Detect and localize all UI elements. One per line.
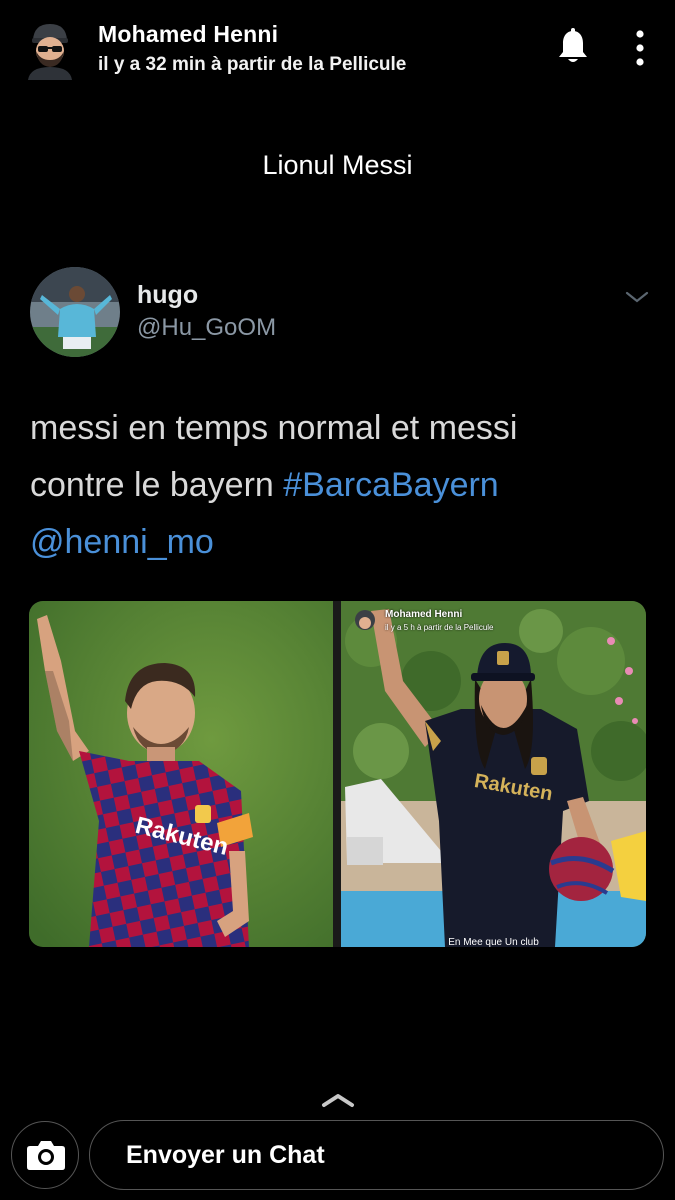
media-photo-left[interactable]: Rakuten: [29, 601, 333, 947]
chat-input[interactable]: Envoyer un Chat: [89, 1120, 664, 1190]
snap-header: Mohamed Henni il y a 32 min à partir de …: [0, 0, 675, 100]
tweet-text-plain: contre le bayern: [30, 466, 284, 504]
tweet-body: messi en temps normal et messi contre le…: [30, 400, 650, 571]
bitmoji-avatar-icon[interactable]: [24, 20, 76, 80]
overlay-timestamp: il y a 5 h à partir de la Pellicule: [385, 623, 494, 632]
mention-link[interactable]: @henni_mo: [30, 523, 214, 561]
camera-button[interactable]: [11, 1121, 79, 1189]
tweet-author-avatar[interactable]: [30, 267, 120, 357]
chat-placeholder: Envoyer un Chat: [126, 1141, 325, 1169]
bell-icon[interactable]: [556, 28, 590, 66]
more-vertical-icon[interactable]: [626, 28, 654, 68]
sender-name[interactable]: Mohamed Henni: [98, 21, 278, 48]
hashtag-link[interactable]: #BarcaBayern: [283, 466, 498, 504]
snap-caption: Lionul Messi: [262, 150, 413, 180]
media-photo-right[interactable]: Rakuten Mohamed Henni il y a 5 h à parti…: [341, 601, 646, 947]
tweet-media: Rakuten Rakuten Mohamed Henni il y a 5 h…: [29, 601, 646, 947]
tweet-handle[interactable]: @Hu_GoOM: [137, 314, 276, 342]
tweet-display-name[interactable]: hugo: [137, 281, 198, 310]
snap-timestamp: il y a 32 min à partir de la Pellicule: [98, 54, 407, 75]
camera-icon: [27, 1141, 65, 1170]
overlay-caption: En Mee que Un club: [448, 937, 539, 947]
overlay-sender-name: Mohamed Henni: [385, 609, 463, 620]
chevron-up-icon[interactable]: [320, 1090, 356, 1110]
chevron-down-icon[interactable]: [624, 288, 650, 306]
tweet-text-line-2: contre le bayern #BarcaBayern: [30, 457, 650, 514]
tweet-text-line-1: messi en temps normal et messi: [30, 409, 518, 447]
